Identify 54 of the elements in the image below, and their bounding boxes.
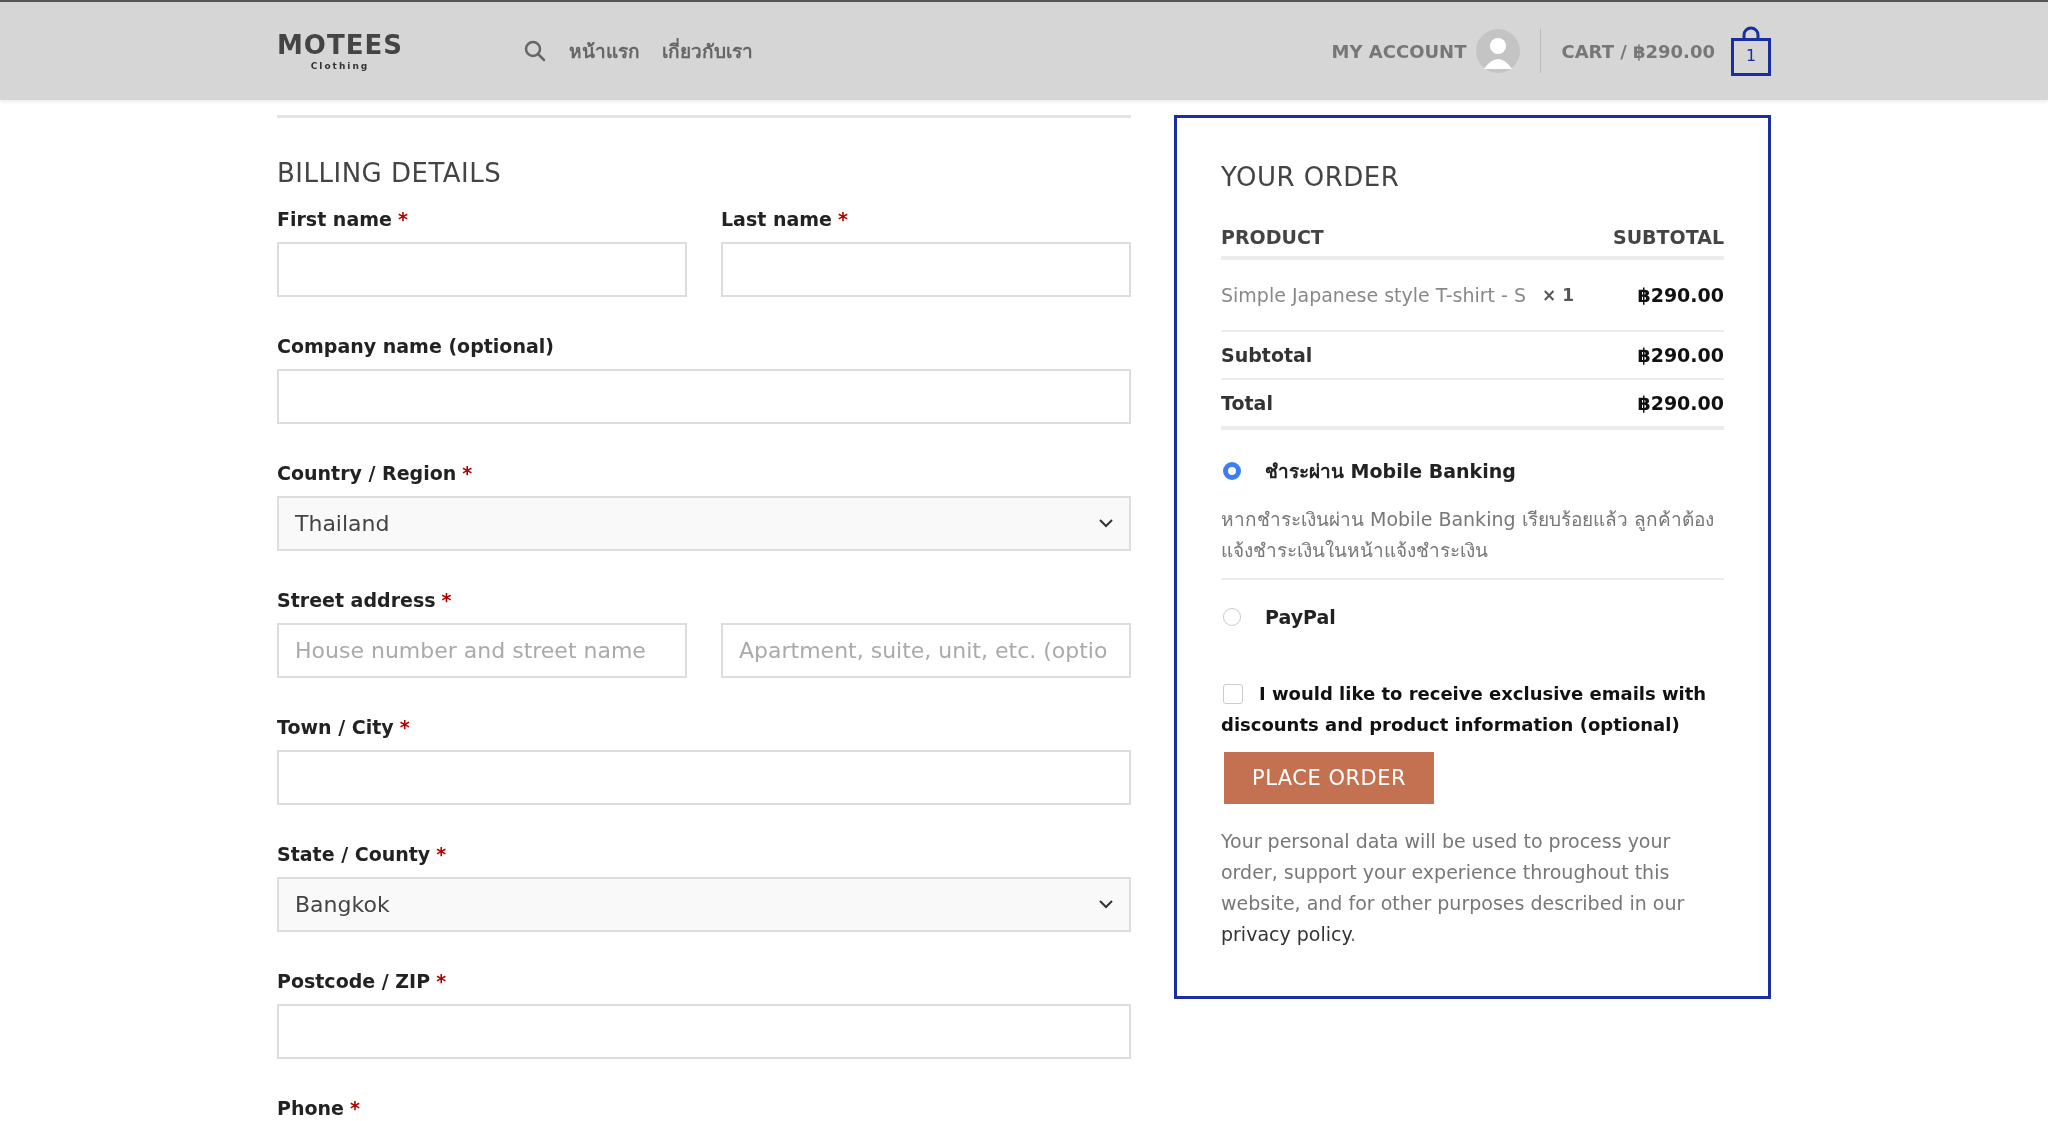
- payment-description: หากชำระเงินผ่าน Mobile Banking เรียบร้อยแล้ว ลูกค้าต้องแจ้งชำระเงินในหน้าแจ้งชำระเงิน: [1221, 507, 1715, 563]
- total-value: ฿290.00: [1637, 344, 1724, 366]
- input-field[interactable]: [277, 242, 687, 297]
- search-icon[interactable]: [522, 39, 547, 63]
- field-label: Postcode / ZIP: [277, 970, 431, 992]
- field-label: Town / City: [277, 716, 394, 738]
- field-label: State / County: [277, 843, 431, 865]
- nav-link[interactable]: เกี่ยวกับเรา: [661, 36, 753, 66]
- place-order-button[interactable]: PLACE ORDER: [1224, 752, 1435, 804]
- product-name: Simple Japanese style T-shirt - S: [1221, 284, 1527, 306]
- radio-button[interactable]: [1223, 462, 1241, 480]
- input-field[interactable]: [277, 1004, 1131, 1059]
- required-mark: *: [462, 462, 473, 484]
- radio-button[interactable]: [1223, 608, 1241, 626]
- section-title: BILLING DETAILS: [277, 158, 503, 188]
- field-label: Street address: [277, 589, 436, 611]
- privacy-text: Your personal data will be used to process your order, support your experience throughout this website, and for other purposes described in our privacy policy.: [1221, 829, 1686, 947]
- field-label: First name: [277, 208, 392, 230]
- privacy-policy-link[interactable]: privacy policy: [1221, 923, 1350, 945]
- logo[interactable]: MOTEES Clothing: [277, 30, 403, 72]
- input-field[interactable]: [277, 750, 1131, 805]
- field-label: Phone: [277, 1097, 344, 1119]
- payment-option-label[interactable]: ชำระผ่าน Mobile Banking: [1265, 456, 1516, 486]
- total-value: ฿290.00: [1637, 392, 1724, 414]
- total-label: Subtotal: [1221, 344, 1313, 366]
- chevron-down-icon: [1099, 519, 1113, 528]
- select-field[interactable]: Thailand: [277, 496, 1131, 551]
- chevron-down-icon: [1099, 900, 1113, 909]
- field-label: Last name: [721, 208, 832, 230]
- total-label: Total: [1221, 392, 1273, 414]
- input-field[interactable]: Apartment, suite, unit, etc. (optio: [721, 623, 1131, 678]
- select-field[interactable]: Bangkok: [277, 877, 1131, 932]
- product-price: ฿290.00: [1637, 284, 1724, 306]
- payment-option-label[interactable]: PayPal: [1265, 606, 1336, 628]
- checkbox-label[interactable]: I would like to receive exclusive emails with discounts and product information (optional): [1221, 678, 1724, 740]
- checkbox[interactable]: [1223, 684, 1243, 704]
- required-mark: *: [349, 1097, 360, 1119]
- required-mark: *: [441, 589, 452, 611]
- field-label: Country / Region: [277, 462, 457, 484]
- nav-link[interactable]: หน้าแรก: [568, 36, 640, 66]
- required-mark: *: [436, 843, 447, 865]
- required-mark: *: [436, 970, 447, 992]
- product-quantity: × 1: [1542, 285, 1575, 305]
- column-header: PRODUCT: [1221, 226, 1324, 248]
- input-field[interactable]: [721, 242, 1131, 297]
- required-mark: *: [399, 716, 410, 738]
- required-mark: *: [837, 208, 848, 230]
- required-mark: *: [397, 208, 408, 230]
- field-label: Company name (optional): [277, 335, 554, 357]
- section-title: YOUR ORDER: [1221, 162, 1401, 192]
- input-field[interactable]: [277, 369, 1131, 424]
- avatar-icon[interactable]: [1476, 29, 1521, 73]
- input-field[interactable]: House number and street name: [277, 623, 687, 678]
- column-header: SUBTOTAL: [1613, 226, 1724, 248]
